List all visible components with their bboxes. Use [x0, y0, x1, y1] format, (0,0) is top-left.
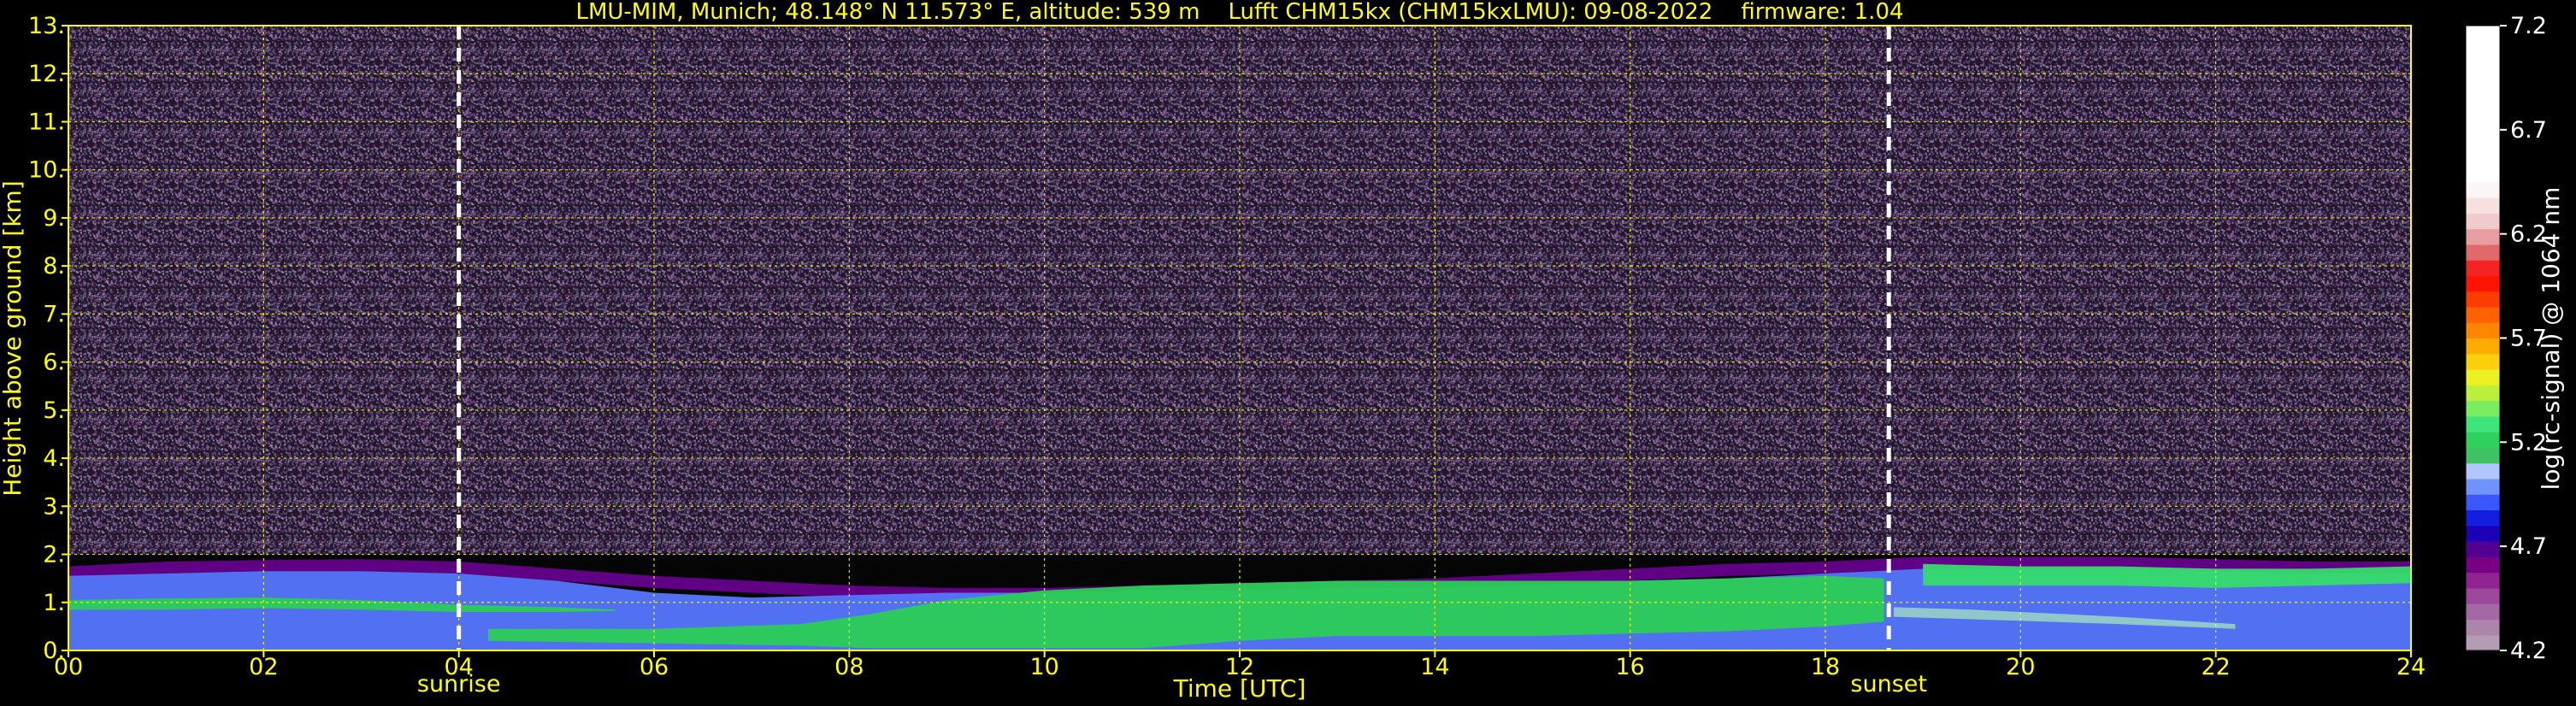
colorbar-segment — [2466, 26, 2500, 42]
colorbar-segment — [2466, 353, 2500, 370]
colorbar-segment — [2466, 306, 2500, 323]
colorbar-label: log(rc-signal) @ 1064 nm — [2537, 187, 2565, 491]
colorbar-segment — [2466, 291, 2500, 308]
x-tick-label: 16 — [1615, 654, 1644, 680]
colorbar-segment — [2466, 462, 2500, 479]
colorbar-segment — [2466, 494, 2500, 511]
x-tick-label: 24 — [2396, 654, 2426, 680]
colorbar-segment — [2466, 541, 2500, 557]
y-tick-label: 4. — [43, 445, 65, 472]
colorbar-segment — [2466, 166, 2500, 183]
y-tick-label: 9. — [43, 205, 65, 232]
sunset-label: sunset — [1850, 671, 1927, 697]
x-axis-label: Time [UTC] — [1173, 674, 1306, 703]
colorbar-segment — [2466, 260, 2500, 276]
y-tick-label: 10. — [28, 157, 65, 184]
colorbar: 4.24.75.25.76.26.77.2 log(rc-signal) @ 1… — [2465, 13, 2565, 664]
x-tick-label: 08 — [834, 654, 864, 680]
colorbar-segment — [2466, 322, 2500, 339]
colorbar-segment — [2466, 509, 2500, 527]
x-tick-label: 04 — [444, 654, 473, 680]
colorbar-segment — [2466, 415, 2500, 432]
y-tick-label: 7. — [43, 301, 65, 327]
y-tick-label: 0. — [43, 638, 65, 664]
x-tick-label: 20 — [2006, 654, 2035, 680]
x-tick-label: 10 — [1029, 654, 1058, 680]
colorbar-segment — [2466, 603, 2500, 621]
y-tick-label: 11. — [28, 109, 65, 135]
colorbar-segment — [2466, 338, 2500, 355]
colorbar-segment — [2466, 244, 2500, 261]
y-tick-label: 3. — [43, 493, 65, 520]
plot-area: sunrise sunset00 02 04 06 08 10 12 14 16 18 20 22 24 … — [28, 13, 2426, 697]
colorbar-tick-label: 6.7 — [2510, 117, 2547, 144]
colorbar-segment — [2466, 572, 2500, 589]
colorbar-segment — [2466, 119, 2500, 136]
colorbar-tick-label: 4.7 — [2510, 533, 2547, 560]
colorbar-segment — [2466, 41, 2500, 58]
colorbar-segment — [2466, 275, 2500, 292]
colorbar-segment — [2466, 56, 2500, 74]
colorbar-segment — [2466, 619, 2500, 636]
y-tick-label: 1. — [43, 590, 65, 616]
x-tick-label: 02 — [249, 654, 278, 680]
colorbar-segment — [2466, 556, 2500, 574]
x-tick-label: 14 — [1420, 654, 1449, 680]
colorbar-segment — [2466, 88, 2500, 104]
colorbar-segment — [2466, 525, 2500, 542]
colorbar-segment — [2466, 385, 2500, 402]
colorbar-segment — [2466, 197, 2500, 214]
chart-title: LMU-MIM, Munich; 48.148° N 11.573° E, al… — [575, 0, 1903, 25]
colorbar-segment — [2466, 134, 2500, 151]
colorbar-segment — [2466, 228, 2500, 245]
y-tick-label: 8. — [43, 253, 65, 279]
colorbar-segment — [2466, 103, 2500, 121]
colorbar-segment — [2466, 587, 2500, 604]
y-axis-ticks: 0. 1. 2. 3. 4. 5. 6. 7. 8. 9. 10. 11. 12. 13. — [28, 13, 68, 664]
colorbar-tick-label: 7.2 — [2510, 13, 2547, 39]
colorbar-segment — [2466, 181, 2500, 198]
y-tick-label: 13. — [28, 13, 65, 39]
y-tick-label: 5. — [43, 397, 65, 424]
colorbar-segment — [2466, 369, 2500, 385]
colorbar-segment — [2466, 447, 2500, 464]
ceilometer-chart: LMU-MIM, Munich; 48.148° N 11.573° E, al… — [0, 0, 2565, 703]
colorbar-segment — [2466, 478, 2500, 495]
colorbar-segment — [2466, 400, 2500, 417]
colorbar-segment — [2466, 432, 2500, 449]
y-tick-label: 12. — [28, 61, 65, 87]
colorbar-segment — [2466, 213, 2500, 230]
y-axis-label: Height above ground [km] — [0, 180, 27, 497]
x-tick-label: 06 — [640, 654, 669, 680]
colorbar-segment — [2466, 634, 2500, 651]
colorbar-segment — [2466, 150, 2500, 168]
x-tick-label: 18 — [1811, 654, 1840, 680]
x-tick-label: 22 — [2201, 654, 2230, 680]
y-tick-label: 6. — [43, 350, 65, 376]
colorbar-segment — [2466, 72, 2500, 89]
colorbar-tick-label: 4.2 — [2510, 638, 2547, 664]
y-tick-label: 2. — [43, 542, 65, 568]
